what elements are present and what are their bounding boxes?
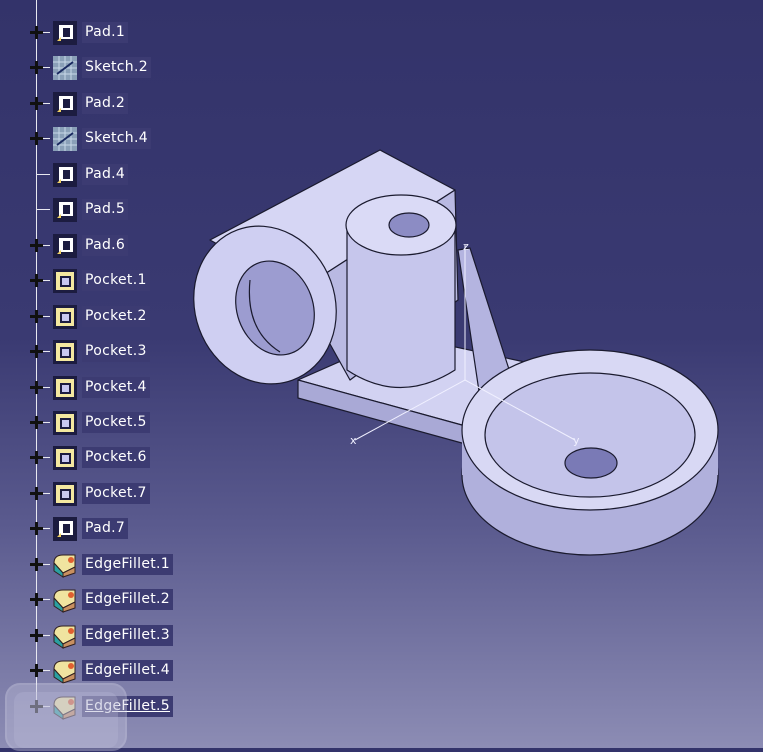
expand-plus-icon[interactable] [29,238,44,253]
tree-node[interactable]: Pad.7 [0,514,200,544]
expand-plus-icon[interactable] [29,60,44,75]
tree-node[interactable]: EdgeFillet.3 [0,621,200,651]
pocket-icon [51,303,79,331]
edge-fillet-icon [51,586,79,614]
tree-node[interactable]: Pocket.5 [0,408,200,438]
expand-plus-icon[interactable] [29,450,44,465]
tree-node-label[interactable]: EdgeFillet.1 [82,553,173,575]
expand-plus-icon[interactable] [29,557,44,572]
pocket-icon [51,409,79,437]
expand-plus-icon[interactable] [29,415,44,430]
expand-plus-icon[interactable] [29,273,44,288]
axis-z-label: z [463,240,469,253]
tree-branch-line [36,209,50,211]
tree-node-label[interactable]: EdgeFillet.3 [82,624,173,646]
tree-node-label[interactable]: Sketch.4 [82,128,151,150]
compass-icon[interactable] [4,682,129,752]
expand-plus-icon[interactable] [29,663,44,678]
tree-node-label[interactable]: Pocket.2 [82,305,150,327]
tree-node[interactable]: Pocket.6 [0,443,200,473]
expand-plus-icon[interactable] [29,486,44,501]
expand-plus-icon[interactable] [29,628,44,643]
tree-node-label[interactable]: Pad.4 [82,163,129,185]
expand-plus-icon[interactable] [29,344,44,359]
pad-icon [51,196,79,224]
tree-node[interactable]: Pocket.4 [0,373,200,403]
tree-node-label[interactable]: EdgeFillet.4 [82,660,173,682]
vertical-boss-hole [388,212,430,238]
tree-node[interactable]: Pad.6 [0,231,200,261]
expand-plus-icon[interactable] [29,521,44,536]
pad-icon [51,90,79,118]
expand-plus-icon[interactable] [29,131,44,146]
edge-fillet-icon [51,622,79,650]
expand-plus-icon[interactable] [29,25,44,40]
tree-node-label[interactable]: Pad.5 [82,199,129,221]
tree-node[interactable]: Pad.2 [0,89,200,119]
tree-node[interactable]: Pocket.7 [0,479,200,509]
expand-plus-icon[interactable] [29,380,44,395]
pad-icon [51,515,79,543]
expand-plus-icon[interactable] [29,309,44,324]
pocket-icon [51,338,79,366]
pocket-icon [51,444,79,472]
tree-node-label[interactable]: Pocket.7 [82,482,150,504]
tree-node-label[interactable]: Pad.7 [82,518,129,540]
pad-icon [51,19,79,47]
tree-node-label[interactable]: Pocket.1 [82,270,150,292]
pocket-icon [51,374,79,402]
tree-node-label[interactable]: Pocket.3 [82,341,150,363]
tree-node[interactable]: Pad.5 [0,195,200,225]
tree-node-label[interactable]: Pad.1 [82,22,129,43]
specification-tree[interactable]: Pad.1 Sketch.2 Pad.2 Sketch.4 Pad.4 Pad.5 Pad.… [0,0,200,748]
axis-y-label: y [573,434,580,447]
tree-node[interactable]: EdgeFillet.1 [0,550,200,580]
sketch-icon [51,125,79,153]
sketch-icon [51,54,79,82]
axis-x-label: x [350,434,357,447]
tree-node[interactable]: Sketch.4 [0,124,200,154]
pocket-icon [51,480,79,508]
tree-node-label[interactable]: Pocket.6 [82,447,150,469]
edge-fillet-icon [51,551,79,579]
tree-node-label[interactable]: Pad.2 [82,92,129,114]
tree-node-label[interactable]: Pocket.4 [82,376,150,398]
tree-node-label[interactable]: Pocket.5 [82,411,150,433]
3d-part-model[interactable]: z x y [190,130,730,570]
tree-node[interactable]: Pocket.1 [0,266,200,296]
tree-node[interactable]: EdgeFillet.2 [0,585,200,615]
tree-node-label[interactable]: Sketch.2 [82,57,151,79]
tree-node[interactable]: Pocket.3 [0,337,200,367]
edge-fillet-icon [51,657,79,685]
tree-node[interactable]: Pocket.2 [0,302,200,332]
pad-icon [51,161,79,189]
tree-node-label[interactable]: Pad.6 [82,234,129,256]
pocket-icon [51,267,79,295]
tree-node[interactable]: Pad.1 [0,18,200,48]
front-disc-hole [564,447,618,479]
tree-node-label[interactable]: EdgeFillet.2 [82,589,173,611]
tree-branch-line [36,173,50,175]
tree-node[interactable]: Pad.4 [0,160,200,190]
pad-icon [51,232,79,260]
expand-plus-icon[interactable] [29,592,44,607]
expand-plus-icon[interactable] [29,96,44,111]
tree-node[interactable]: Sketch.2 [0,53,200,83]
3d-viewport[interactable]: z x y Pad.1 Sketch.2 Pad.2 Sketch.4 Pad.4 Pad… [0,0,763,751]
